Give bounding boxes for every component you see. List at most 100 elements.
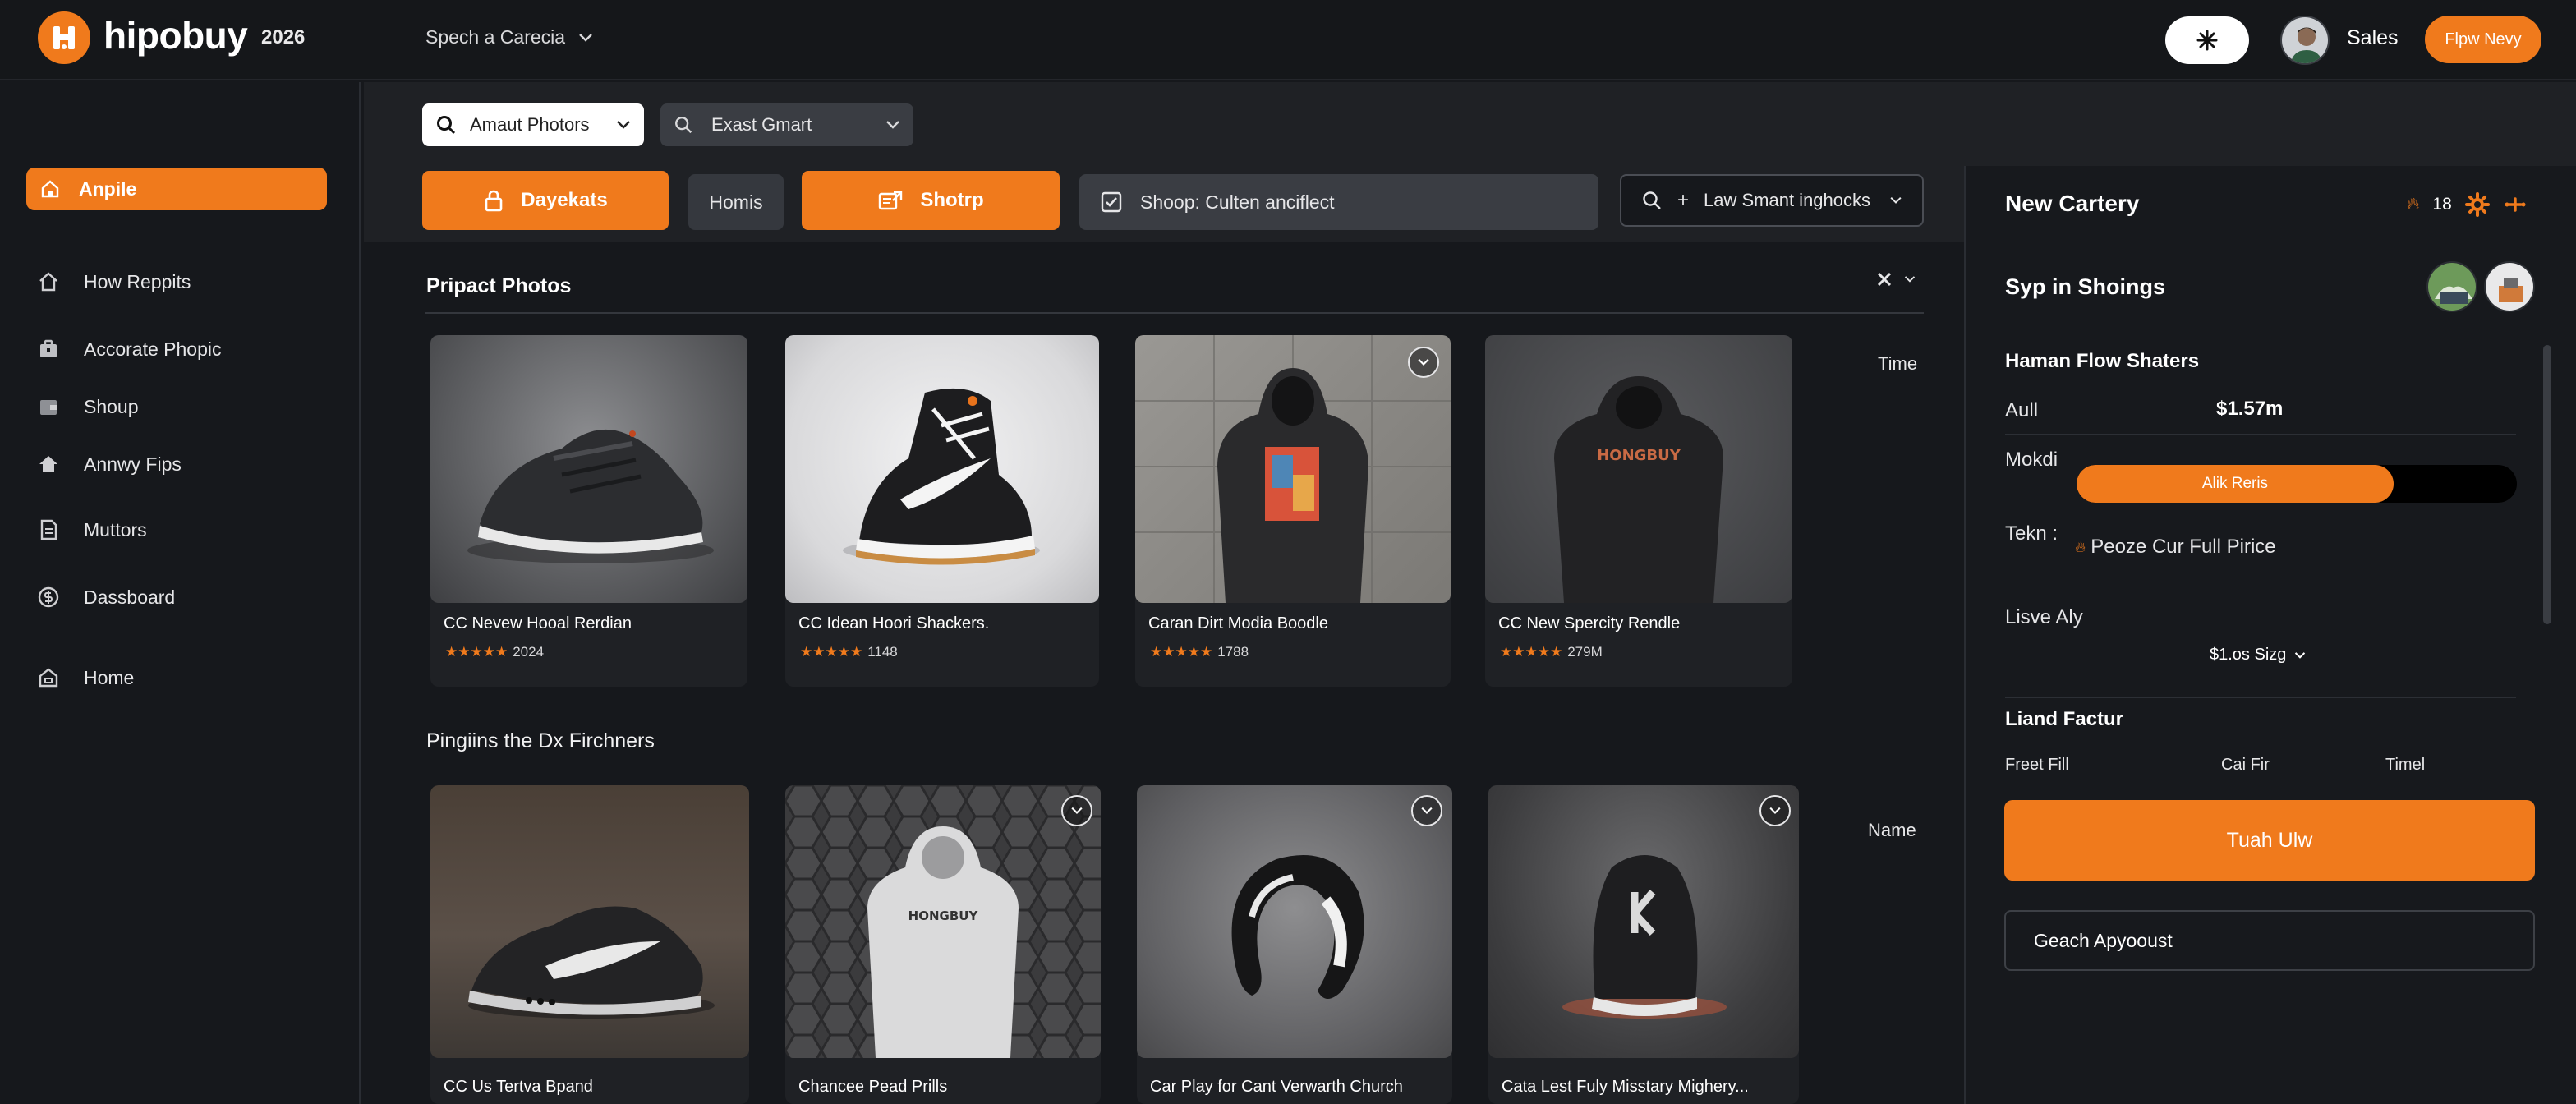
search-icon [675,117,692,134]
all-label: Aull [2005,399,2039,421]
sidebar-item-home[interactable]: Home [36,665,134,690]
sidebar-item-label: Anpile [79,177,137,200]
shoop-checkbox[interactable]: Shoop: Culten anciflect [1079,174,1598,230]
svg-text:HONGBUY: HONGBUY [908,908,979,923]
dollar-icon [36,585,61,610]
rating-count: 279M [1567,644,1603,660]
thumb-image[interactable] [2426,261,2477,312]
time-label[interactable]: Time [1878,353,1917,375]
panel-secondary-button[interactable]: Geach Apyooust [2004,910,2535,971]
product-image: HONGBUY [1485,335,1792,603]
live-size-select[interactable]: $1.os Sizg [2210,646,2306,665]
sidebar-item-annwy-fips[interactable]: Annwy Fips [36,452,182,476]
all-value: $1.57m [2216,398,2284,420]
progress-bar[interactable]: Alik Reris [2077,465,2517,503]
product-image [1488,785,1799,1058]
chevron-down-icon [1769,807,1781,815]
sidebar-item-how-reppits[interactable]: How Reppits [36,269,191,294]
gear-icon[interactable] [2464,192,2490,217]
divider [2005,434,2516,435]
factor-col[interactable]: Cai Fir [2221,756,2270,775]
year-label: 2026 [261,26,306,48]
section-divider [426,312,1924,314]
sidebar-item-accorate-phopic[interactable]: Accorate Phopic [36,337,221,361]
section-label: Haman Flow Shaters [2005,350,2200,372]
close-icon [1877,272,1892,287]
sparkle-icon [2196,30,2218,51]
select-toggle[interactable] [1411,795,1442,826]
brand-name[interactable]: hipobuy [104,13,248,58]
shotrp-button[interactable]: Shotrp [802,171,1060,230]
chevron-down-icon [2295,651,2306,659]
sidebar-item-dassboard[interactable]: Dassboard [36,585,175,610]
tekn-value-text: Peoze Cur Full Pirice [2091,536,2276,558]
badge-count: 18 [2432,195,2452,214]
category-select[interactable]: Amaut Photors [422,104,644,146]
fire-icon: 🔥︎ [2075,538,2086,555]
factor-col[interactable]: Freet Fill [2005,756,2069,775]
header-cta-button[interactable]: Flpw Nevy [2425,16,2542,63]
nav-dropdown-label: Spech a Carecia [426,26,566,48]
section-close-button[interactable] [1876,271,1916,288]
product-card[interactable]: Car Play for Cant Verwarth Church [1137,785,1452,1104]
scrollbar[interactable] [2543,345,2551,624]
product-image [1135,335,1451,603]
rating-stars: ★★★★★ 279M [1500,644,1603,660]
panel-actions: 🔥︎ 18 [2407,192,2528,217]
sidebar-item-anpile[interactable]: Anpile [26,168,327,210]
panel-cta-button[interactable]: Tuah Ulw [2004,800,2535,881]
home-icon [41,180,59,198]
search-icon [1643,191,1661,209]
nav-dropdown[interactable]: Spech a Carecia [426,26,593,48]
wallet-icon [36,394,61,419]
product-card[interactable]: HONGBUY Chancee Pead Prills [785,785,1101,1104]
sidebar-item-shoup[interactable]: Shoup [36,394,139,419]
rating-stars: ★★★★★ 1788 [1150,644,1249,660]
product-card[interactable]: Caran Dirt Modia Boodle ★★★★★ 1788 [1135,335,1451,687]
user-name[interactable]: Sales [2347,26,2399,50]
live-label: Lisve Aly [2005,606,2083,628]
dayekats-label: Dayekats [521,189,608,211]
factor-label: Liand Factur [2005,708,2124,730]
chevron-down-icon [1890,196,1902,204]
chevron-down-icon [1418,358,1429,366]
chevron-down-icon [886,121,899,129]
product-card[interactable]: CC Us Tertva Bpand [430,785,749,1104]
sidebar-item-label: Accorate Phopic [84,338,222,360]
rating-count: 2024 [513,644,545,660]
theme-toggle-button[interactable] [2165,16,2249,64]
brand-logo-icon[interactable] [38,12,90,64]
dayekats-button[interactable]: Dayekats [422,171,669,230]
homis-button[interactable]: Homis [688,174,784,230]
avatar[interactable] [2280,16,2330,65]
select-toggle[interactable] [1408,347,1439,378]
name-label[interactable]: Name [1868,820,1916,841]
sparkle-plus-icon[interactable] [2503,192,2528,217]
sidebar-item-muttors[interactable]: Muttors [36,518,147,542]
product-card[interactable]: CC Nevew Hooal Rerdian ★★★★★ 2024 [430,335,748,687]
product-card[interactable]: CC Idean Hoori Shackers. ★★★★★ 1148 [785,335,1099,687]
category-select-value: Amaut Photors [470,114,590,135]
product-card[interactable]: Cata Lest Fuly Misstary Mighery... [1488,785,1799,1104]
product-name: Cata Lest Fuly Misstary Mighery... [1502,1078,1749,1096]
search-select[interactable]: Exast Gmart [660,104,913,146]
sidebar-item-label: Annwy Fips [84,453,182,475]
factor-col[interactable]: Timel [2385,756,2425,775]
product-name: CC Idean Hoori Shackers. [798,614,990,632]
sidebar-item-label: Shoup [84,395,139,417]
panel-title: New Cartery [2005,191,2140,216]
svg-text:HONGBUY: HONGBUY [1597,447,1681,464]
product-name: CC Us Tertva Bpand [444,1078,593,1096]
product-image [785,335,1099,603]
sidebar-item-label: Dassboard [84,586,176,608]
product-name: Chancee Pead Prills [798,1078,948,1096]
checkbox-checked-icon[interactable] [1101,191,1122,213]
thumb-image[interactable] [2484,261,2535,312]
select-toggle[interactable] [1061,795,1092,826]
document-icon [36,518,61,542]
smart-search-dropdown[interactable]: + Law Smant inghocks [1620,174,1924,227]
product-name: CC New Spercity Rendle [1498,614,1681,632]
select-toggle[interactable] [1760,795,1791,826]
shotrp-label: Shotrp [920,189,984,211]
product-card[interactable]: HONGBUY CC New Spercity Rendle ★★★★★ 279… [1485,335,1792,687]
